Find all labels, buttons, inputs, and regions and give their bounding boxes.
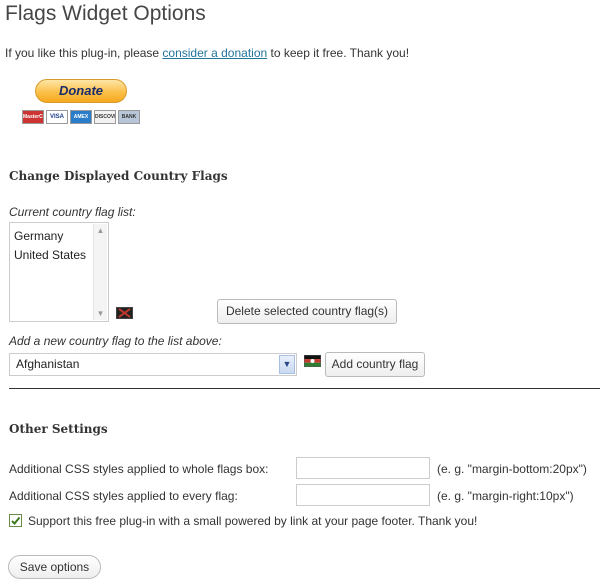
- list-item[interactable]: United States: [10, 246, 86, 265]
- flags-section-heading: Change Displayed Country Flags: [9, 169, 228, 183]
- support-checkbox[interactable]: [9, 514, 22, 527]
- intro-after: to keep it free. Thank you!: [267, 46, 410, 60]
- box-css-hint: (e. g. "margin-bottom:20px"): [437, 462, 587, 476]
- page-title: Flags Widget Options: [5, 2, 206, 25]
- checkmark-icon: [11, 516, 21, 525]
- add-flag-label: Add a new country flag to the list above…: [9, 334, 222, 348]
- discover-icon: DISCOVER: [94, 110, 116, 124]
- donation-link[interactable]: consider a donation: [162, 46, 267, 60]
- afghanistan-flag-icon: [304, 355, 321, 367]
- flag-css-input[interactable]: [296, 484, 430, 506]
- support-label: Support this free plug-in with a small p…: [28, 514, 478, 528]
- scroll-down-icon[interactable]: ▼: [94, 307, 107, 320]
- broken-flag-icon: [116, 307, 133, 319]
- mastercard-icon: MasterCard: [22, 110, 44, 124]
- payment-cards: MasterCard VISA AMEX DISCOVER BANK: [22, 110, 140, 124]
- intro-before: If you like this plug-in, please: [5, 46, 163, 60]
- box-css-label: Additional CSS styles applied to whole f…: [9, 462, 269, 476]
- bank-icon: BANK: [118, 110, 140, 124]
- flag-css-hint: (e. g. "margin-right:10px"): [437, 489, 574, 503]
- save-options-button[interactable]: Save options: [8, 555, 101, 579]
- amex-icon: AMEX: [70, 110, 92, 124]
- intro-text: If you like this plug-in, please conside…: [5, 46, 409, 60]
- current-list-label: Current country flag list:: [9, 205, 136, 219]
- visa-icon: VISA: [46, 110, 68, 124]
- country-select[interactable]: Afghanistan ▼: [9, 353, 297, 376]
- selected-country: Afghanistan: [16, 357, 80, 371]
- current-flag-listbox[interactable]: Germany United States ▲ ▼: [9, 222, 109, 322]
- other-settings-heading: Other Settings: [9, 422, 108, 436]
- box-css-input[interactable]: [296, 457, 430, 479]
- chevron-down-icon[interactable]: ▼: [279, 355, 295, 374]
- section-divider: [9, 388, 600, 389]
- flag-css-label: Additional CSS styles applied to every f…: [9, 489, 238, 503]
- scroll-up-icon[interactable]: ▲: [94, 224, 107, 237]
- listbox-scrollbar[interactable]: ▲ ▼: [93, 224, 107, 320]
- add-country-flag-button[interactable]: Add country flag: [325, 352, 425, 377]
- list-item[interactable]: Germany: [10, 227, 86, 246]
- donate-button[interactable]: Donate: [35, 79, 127, 103]
- delete-flag-button[interactable]: Delete selected country flag(s): [217, 299, 397, 324]
